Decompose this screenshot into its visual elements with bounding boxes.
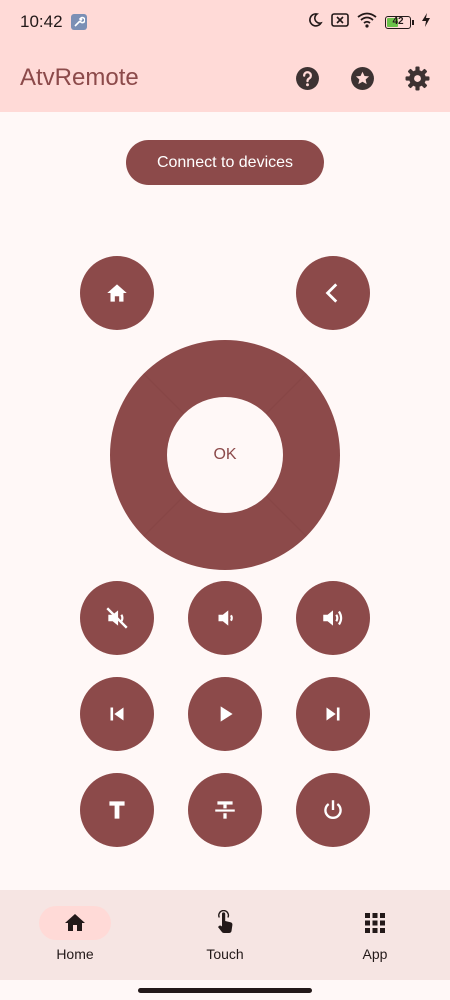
nav-item-label: Home <box>56 946 94 962</box>
gesture-bar[interactable] <box>138 988 312 993</box>
bottom-navigation: Home Touch App <box>0 890 450 980</box>
text-icon <box>109 801 125 819</box>
strikethrough-icon <box>215 801 235 819</box>
skip-next-icon <box>326 707 340 721</box>
apps-grid-icon <box>365 913 385 933</box>
home-button[interactable] <box>80 256 154 330</box>
status-time: 10:42 <box>20 12 63 31</box>
battery-icon: 42 <box>385 15 414 29</box>
wifi-icon <box>357 12 377 33</box>
back-button[interactable] <box>296 256 370 330</box>
battery-level: 42 <box>392 15 404 27</box>
star-icon[interactable] <box>350 66 375 91</box>
home-icon <box>107 284 127 302</box>
home-icon <box>65 914 85 931</box>
volume-off-icon <box>106 607 128 629</box>
nav-item-app[interactable]: App <box>300 890 450 980</box>
skip-previous-icon <box>110 707 124 721</box>
touch-icon <box>218 910 233 933</box>
play-icon <box>220 706 233 722</box>
chevron-left-icon <box>325 283 338 303</box>
app-bar: AtvRemote <box>0 44 450 112</box>
volume-up-icon <box>323 610 343 626</box>
volume-up-button[interactable] <box>296 581 370 655</box>
ok-button[interactable]: OK <box>167 397 283 513</box>
connect-button[interactable]: Connect to devices <box>126 140 324 185</box>
mute-button[interactable] <box>80 581 154 655</box>
next-button[interactable] <box>296 677 370 751</box>
help-icon[interactable] <box>295 66 320 91</box>
moon-icon <box>307 12 323 33</box>
text-input-button[interactable] <box>80 773 154 847</box>
nav-touch-indicator <box>189 906 261 940</box>
nav-item-label: App <box>362 946 388 962</box>
strikethrough-button[interactable] <box>188 773 262 847</box>
status-bar: 10:42 42 <box>0 0 450 44</box>
dpad: OK <box>110 340 340 570</box>
power-icon <box>324 800 342 819</box>
power-button[interactable] <box>296 773 370 847</box>
nav-item-label: Touch <box>206 946 244 962</box>
charging-icon <box>422 12 430 32</box>
app-title: AtvRemote <box>20 64 139 91</box>
nav-home-indicator <box>39 906 111 940</box>
previous-button[interactable] <box>80 677 154 751</box>
no-sim-icon <box>331 12 349 32</box>
volume-down-icon <box>218 610 233 626</box>
wrench-icon <box>70 14 87 30</box>
nav-app-indicator <box>339 906 411 940</box>
volume-down-button[interactable] <box>188 581 262 655</box>
nav-item-touch[interactable]: Touch <box>150 890 300 980</box>
play-button[interactable] <box>188 677 262 751</box>
settings-icon[interactable] <box>405 66 430 91</box>
nav-item-home[interactable]: Home <box>0 890 150 980</box>
